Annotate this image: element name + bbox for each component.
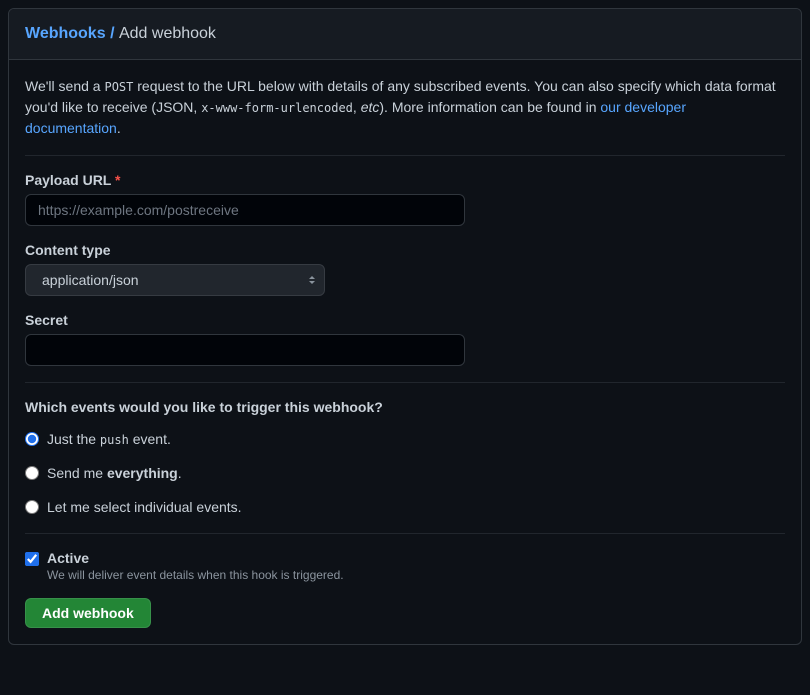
event-option-push: Just the push event. — [25, 431, 785, 447]
breadcrumb-current: Add webhook — [119, 25, 216, 42]
event-option-everything: Send me everything. — [25, 465, 785, 481]
event-label-everything[interactable]: Send me everything. — [47, 465, 182, 481]
add-webhook-panel: Webhooks / Add webhook We'll send a POST… — [8, 8, 802, 645]
secret-input[interactable] — [25, 334, 465, 366]
event-label-push[interactable]: Just the push event. — [47, 431, 171, 447]
event-radio-individual[interactable] — [25, 500, 39, 514]
payload-url-group: Payload URL * — [25, 172, 785, 226]
event-radio-everything[interactable] — [25, 466, 39, 480]
active-row: Active We will deliver event details whe… — [25, 550, 785, 582]
divider — [25, 382, 785, 383]
http-method-code: POST — [104, 80, 133, 94]
required-asterisk: * — [115, 172, 120, 188]
active-label[interactable]: Active — [47, 550, 344, 566]
event-label-individual[interactable]: Let me select individual events. — [47, 499, 242, 515]
payload-url-label: Payload URL * — [25, 172, 785, 188]
divider — [25, 533, 785, 534]
event-option-individual: Let me select individual events. — [25, 499, 785, 515]
divider — [25, 155, 785, 156]
breadcrumb-sep: / — [110, 25, 119, 42]
payload-url-input[interactable] — [25, 194, 465, 226]
secret-label: Secret — [25, 312, 785, 328]
active-note: We will deliver event details when this … — [47, 568, 344, 582]
events-question: Which events would you like to trigger t… — [25, 399, 785, 415]
content-type-select[interactable]: application/json — [25, 264, 325, 296]
intro-text: We'll send a POST request to the URL bel… — [25, 76, 785, 139]
breadcrumb-webhooks-link[interactable]: Webhooks — [25, 25, 106, 42]
encoding-code: x-www-form-urlencoded — [201, 101, 353, 115]
event-radio-push[interactable] — [25, 432, 39, 446]
panel-header: Webhooks / Add webhook — [9, 9, 801, 60]
content-type-group: Content type application/json — [25, 242, 785, 296]
add-webhook-button[interactable]: Add webhook — [25, 598, 151, 628]
active-checkbox[interactable] — [25, 552, 39, 566]
secret-group: Secret — [25, 312, 785, 366]
content-type-label: Content type — [25, 242, 785, 258]
panel-body: We'll send a POST request to the URL bel… — [9, 60, 801, 644]
